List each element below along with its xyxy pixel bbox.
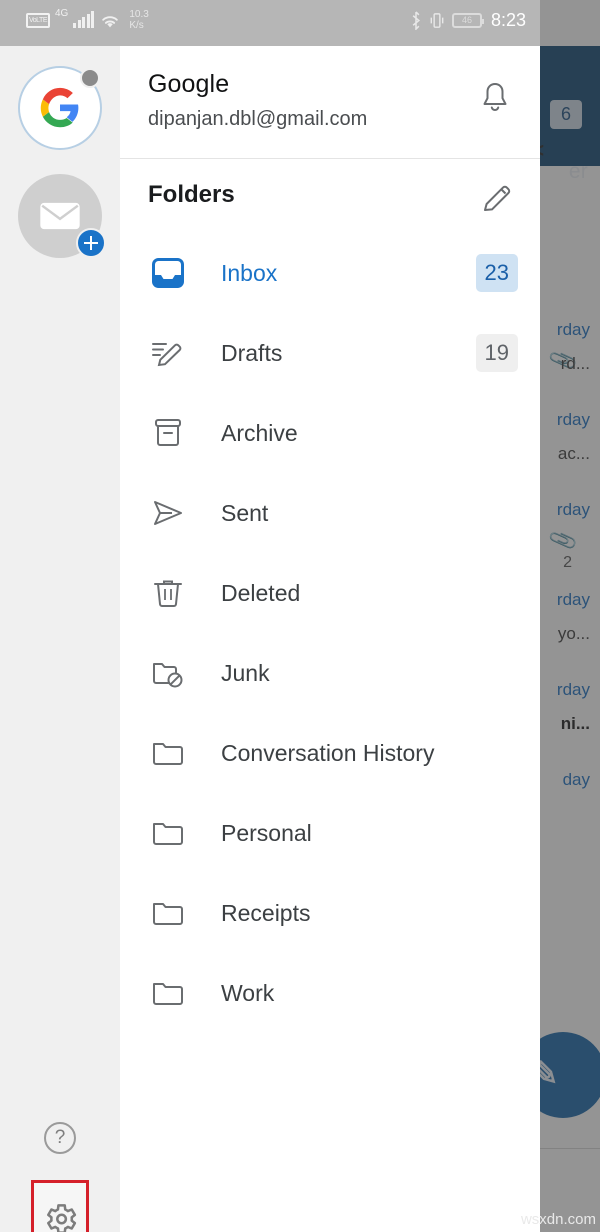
folder-icon [148, 733, 188, 773]
folder-item-conversation-history[interactable]: Conversation History [120, 713, 540, 793]
folder-item-drafts[interactable]: Drafts 19 [120, 313, 540, 393]
add-account-button[interactable] [18, 174, 106, 258]
watermark: wsxdn.com [520, 1211, 596, 1228]
folder-item-sent[interactable]: Sent [120, 473, 540, 553]
account-name: Google [148, 70, 230, 98]
folder-badge: 23 [475, 254, 518, 292]
folders-section-header: Folders [120, 159, 540, 233]
folder-label: Inbox [221, 259, 278, 286]
folder-label: Deleted [221, 579, 301, 606]
folder-icon [148, 973, 188, 1013]
settings-button[interactable] [31, 1180, 89, 1232]
pencil-icon[interactable] [480, 181, 514, 215]
folder-item-receipts[interactable]: Receipts [120, 873, 540, 953]
battery-icon: 46 [451, 13, 484, 28]
folder-label: Drafts [221, 339, 283, 366]
status-bar: VoLTE 4G 10.3 K/s 46 8:23 [0, 0, 540, 46]
data-rate-value: 10.3 [129, 9, 149, 20]
folder-label: Sent [221, 499, 269, 526]
data-rate-indicator: 10.3 K/s [129, 9, 148, 31]
drafts-pencil-icon [148, 333, 188, 373]
folder-item-archive[interactable]: Archive [120, 393, 540, 473]
folder-label: Conversation History [221, 739, 435, 766]
folder-item-inbox[interactable]: Inbox 23 [120, 233, 540, 313]
network-generation-label: 4G [55, 8, 69, 19]
help-button[interactable]: ? [44, 1122, 76, 1154]
folder-item-work[interactable]: Work [120, 953, 540, 1033]
screen-root: er 6 < rday 📎 rd... rday ac... rday 📎 2 … [0, 0, 600, 1232]
account-email: dipanjan.dbl@gmail.com [148, 108, 368, 130]
folder-label: Receipts [221, 899, 311, 926]
signal-strength-icon [73, 11, 95, 28]
archive-icon [148, 413, 188, 453]
vibrate-icon [430, 13, 444, 28]
navigation-drawer: Google dipanjan.dbl@gmail.com Folders In… [120, 46, 540, 1232]
envelope-icon [40, 202, 80, 230]
gear-icon [47, 1204, 77, 1232]
status-bar-left: VoLTE 4G 10.3 K/s [26, 8, 149, 31]
folder-list: Inbox 23 Drafts 19 Archive Sent Deleted … [120, 233, 540, 1033]
folder-item-junk[interactable]: Junk [120, 633, 540, 713]
folder-label: Junk [221, 659, 270, 686]
send-plane-icon [148, 493, 188, 533]
account-avatar-google[interactable] [18, 66, 102, 150]
volte-icon: VoLTE [26, 12, 50, 28]
account-rail: ? [0, 46, 120, 1232]
status-bar-right: 46 8:23 [410, 10, 526, 31]
folder-item-deleted[interactable]: Deleted [120, 553, 540, 633]
drawer-account-header[interactable]: Google dipanjan.dbl@gmail.com [120, 46, 540, 159]
folder-blocked-icon [148, 653, 188, 693]
bluetooth-icon [412, 11, 420, 30]
account-status-dot [80, 68, 100, 88]
clock-label: 8:23 [490, 10, 526, 30]
folders-title: Folders [148, 181, 235, 208]
folder-icon [148, 893, 188, 933]
folder-label: Archive [221, 419, 298, 446]
trash-icon [148, 573, 188, 613]
wifi-icon [102, 15, 119, 27]
google-logo-icon [40, 87, 79, 128]
data-rate-unit: K/s [129, 20, 144, 31]
folder-icon [148, 813, 188, 853]
folder-item-personal[interactable]: Personal [120, 793, 540, 873]
folder-label: Work [221, 979, 275, 1006]
plus-icon [76, 228, 106, 258]
folder-badge: 19 [475, 334, 518, 372]
inbox-icon [148, 253, 188, 293]
folder-label: Personal [221, 819, 312, 846]
bell-icon[interactable] [478, 80, 512, 116]
